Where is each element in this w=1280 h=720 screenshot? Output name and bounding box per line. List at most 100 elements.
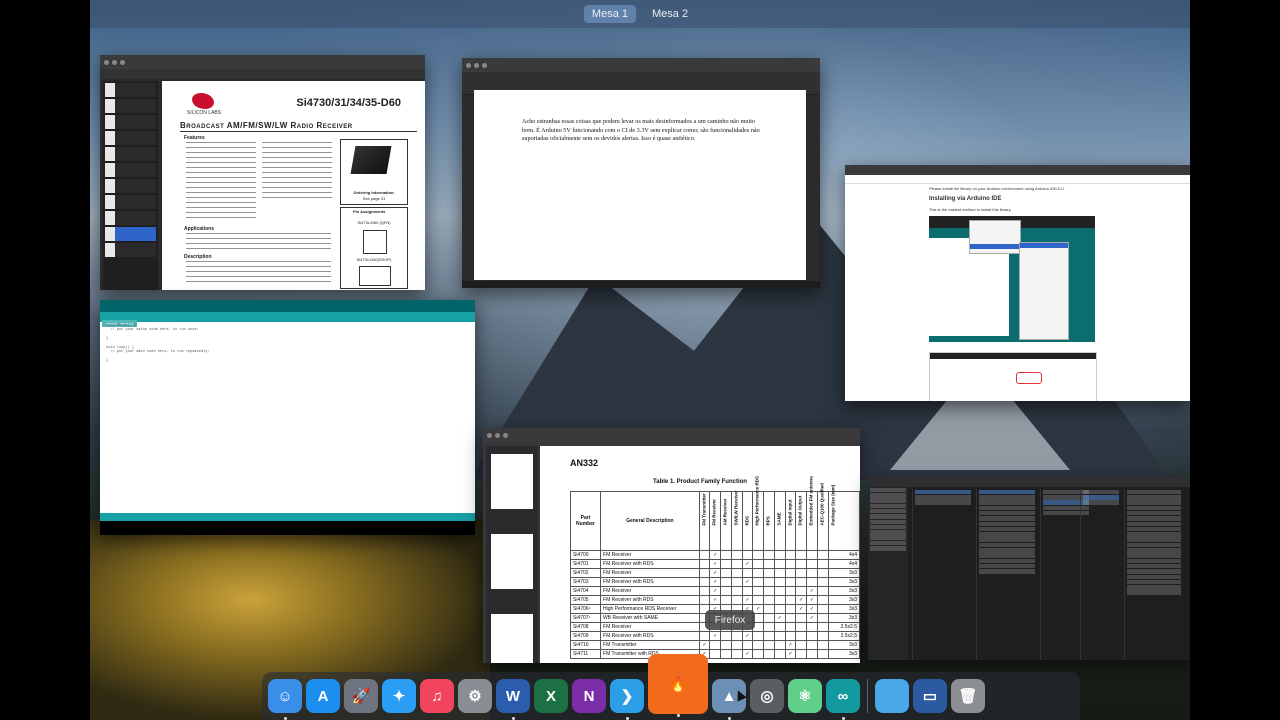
- trash-icon[interactable]: 🗑: [951, 679, 985, 713]
- part-number-cell: Si4710: [569, 640, 602, 650]
- empty-cell: [784, 604, 797, 614]
- launchpad-icon[interactable]: 🚀: [344, 679, 378, 713]
- vscode-icon[interactable]: ❯: [610, 679, 644, 720]
- finder-toolbar[interactable]: [868, 477, 1190, 487]
- empty-cell: [752, 631, 765, 641]
- empty-cell: [806, 559, 818, 569]
- document-body-text[interactable]: Acho estranhas essas coisas que podem le…: [522, 118, 762, 144]
- word-icon[interactable]: W: [496, 679, 530, 720]
- folder-icon[interactable]: [875, 679, 909, 713]
- document-page[interactable]: Acho estranhas essas coisas que podem le…: [474, 90, 806, 280]
- close-icon[interactable]: [487, 432, 492, 438]
- arduino-icon[interactable]: ∞: [826, 679, 860, 720]
- browser-tab-bar[interactable]: [845, 165, 1190, 175]
- datasheet-subtitle: Broadcast AM/FM/SW/LW Radio Receiver: [180, 121, 353, 130]
- finder-window[interactable]: [868, 477, 1190, 660]
- app-store-icon[interactable]: A: [306, 679, 340, 713]
- feature-header: Digital Output: [795, 491, 808, 551]
- thumbnail-sidebar[interactable]: [103, 81, 158, 290]
- empty-cell: [730, 631, 743, 641]
- empty-cell: [741, 586, 754, 596]
- close-icon[interactable]: [104, 59, 109, 65]
- thumbnail-row[interactable]: [105, 179, 156, 193]
- finder-column-4[interactable]: [1080, 489, 1121, 660]
- arduino-ide-window[interactable]: sketch_dec11a void setup() { // put your…: [100, 300, 475, 535]
- page-thumbnail[interactable]: [491, 614, 533, 663]
- empty-cell: [784, 577, 797, 587]
- finder-icon[interactable]: ☺: [268, 679, 302, 720]
- part-number-header: Part Number: [569, 491, 602, 551]
- zoom-icon[interactable]: [503, 432, 508, 438]
- finder-column-2[interactable]: [976, 489, 1037, 660]
- safari-icon[interactable]: ✦: [382, 679, 416, 713]
- page-thumbnail[interactable]: [491, 454, 533, 509]
- zoom-icon[interactable]: [482, 62, 487, 68]
- finder-sidebar[interactable]: [868, 487, 908, 660]
- thumbnail-row[interactable]: [105, 99, 156, 113]
- music-icon[interactable]: ♫: [420, 679, 454, 713]
- arduino-ide-screenshot: [929, 216, 1095, 342]
- ordering-info: Ordering Information:: [353, 190, 395, 195]
- feature-header: AEC-Q100 Qualified: [816, 482, 829, 551]
- onenote-icon[interactable]: N: [572, 679, 606, 713]
- qfn-diagram: [363, 230, 387, 254]
- address-bar[interactable]: [845, 175, 1190, 184]
- feature-header: FM Transmitter: [698, 491, 711, 551]
- check-mark-icon: ✓: [741, 649, 754, 659]
- empty-cell: [795, 622, 808, 632]
- image-capture-icon[interactable]: ◎: [750, 679, 784, 713]
- empty-cell: [763, 550, 775, 560]
- chip-image: [350, 146, 392, 174]
- check-mark-icon: ✓: [806, 595, 818, 605]
- pdf-datasheet-window[interactable]: SILICON LABS Si4730/31/34/35-D60 Broadca…: [100, 55, 425, 290]
- thumbnail-row[interactable]: [105, 195, 156, 209]
- atom-icon[interactable]: ⚛: [788, 679, 822, 713]
- feature-header: Embedded FM antenna: [806, 476, 818, 551]
- thumbnail-row[interactable]: [105, 211, 156, 225]
- empty-cell: [698, 559, 711, 569]
- thumbnail-row-selected[interactable]: [105, 227, 156, 241]
- feature-header: AM Receiver: [720, 491, 732, 551]
- empty-cell: [720, 649, 732, 659]
- firefox-icon[interactable]: 🔥: [648, 654, 708, 717]
- table-row: Si4705 FM Receiver with RDS ✓ ✓ ✓ ✓ 3x3: [569, 595, 860, 605]
- thumbnail-sidebar[interactable]: [486, 446, 538, 663]
- silicon-labs-logo: SILICON LABS: [180, 93, 228, 119]
- system-preferences-icon[interactable]: ⚙: [458, 679, 492, 713]
- space-tab-mesa-1[interactable]: Mesa 1: [583, 5, 636, 23]
- code-editor[interactable]: void setup() { // put your setup code he…: [100, 322, 475, 366]
- minimize-icon[interactable]: [495, 432, 500, 438]
- desktop-stack-icon[interactable]: ▭: [913, 679, 947, 713]
- thumbnail-row[interactable]: [105, 115, 156, 129]
- part-number-cell: Si4707¹: [569, 613, 602, 623]
- check-mark-icon: ✓: [709, 595, 722, 605]
- page-thumbnail[interactable]: [491, 534, 533, 589]
- excel-icon[interactable]: X: [534, 679, 568, 713]
- browser-window[interactable]: Please install the library on your Ardui…: [845, 165, 1190, 401]
- an332-pdf-window[interactable]: AN332 Table 1. Product Family Function P…: [483, 428, 860, 663]
- table-row: Si4704 FM Receiver ✓ ✓ 3x3: [569, 586, 860, 596]
- empty-cell: [795, 613, 808, 623]
- description-cell: FM Transmitter: [600, 640, 700, 650]
- thumbnail-row[interactable]: [105, 163, 156, 177]
- word-document-window[interactable]: Acho estranhas essas coisas que podem le…: [462, 58, 820, 288]
- thumbnail-row[interactable]: [105, 131, 156, 145]
- close-icon[interactable]: [466, 62, 471, 68]
- features-list-left: [186, 142, 256, 220]
- zoom-icon[interactable]: [120, 59, 125, 65]
- finder-column-5[interactable]: [1124, 489, 1183, 660]
- empty-cell: [806, 577, 818, 587]
- applications-list: [186, 233, 331, 251]
- thumbnail-row[interactable]: [105, 243, 156, 257]
- space-tab-mesa-2[interactable]: Mesa 2: [644, 5, 696, 23]
- thumbnail-row[interactable]: [105, 147, 156, 161]
- empty-cell: [763, 649, 775, 659]
- feature-header: SW/LW Receiver: [730, 490, 743, 551]
- thumbnail-row[interactable]: [105, 83, 156, 97]
- arduino-toolbar[interactable]: [100, 300, 475, 312]
- minimize-icon[interactable]: [474, 62, 479, 68]
- empty-cell: [816, 649, 829, 659]
- empty-cell: [773, 640, 786, 650]
- minimize-icon[interactable]: [112, 59, 117, 65]
- finder-column-1[interactable]: [912, 489, 973, 660]
